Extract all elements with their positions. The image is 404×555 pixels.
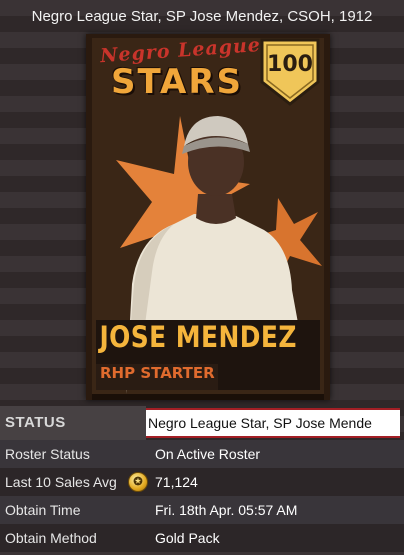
rating-badge: 100 bbox=[258, 38, 322, 106]
obtain-method-row: Obtain Method Gold Pack bbox=[0, 524, 404, 552]
player-card[interactable]: Negro League STARS 100 JOSE MENDEZ RHP S… bbox=[86, 34, 330, 400]
roster-status-label: Roster Status bbox=[5, 446, 90, 462]
roster-status-row: Roster Status On Active Roster bbox=[0, 440, 404, 468]
status-row: STATUS Negro League Star, SP Jose Mende bbox=[0, 406, 404, 440]
sales-avg-label: Last 10 Sales Avg bbox=[5, 474, 117, 490]
obtain-method-value: Gold Pack bbox=[155, 530, 220, 546]
card-brand-title: STARS bbox=[110, 62, 244, 102]
status-value-box[interactable]: Negro League Star, SP Jose Mende bbox=[146, 408, 400, 438]
item-title: Negro League Star, SP Jose Mendez, CSOH,… bbox=[31, 8, 373, 25]
status-label: STATUS bbox=[5, 414, 66, 431]
obtain-time-row: Obtain Time Fri. 18th Apr. 05:57 AM bbox=[0, 496, 404, 524]
obtain-method-label: Obtain Method bbox=[5, 530, 97, 546]
obtain-time-value: Fri. 18th Apr. 05:57 AM bbox=[155, 502, 298, 518]
status-value: Negro League Star, SP Jose Mende bbox=[148, 415, 372, 431]
stubs-coin-icon: ✪ bbox=[128, 472, 148, 492]
card-nameplate: JOSE MENDEZ RHP STARTER bbox=[96, 320, 320, 392]
sales-avg-value: 71,124 bbox=[155, 474, 198, 490]
card-player-name: JOSE MENDEZ bbox=[99, 320, 297, 354]
obtain-time-label: Obtain Time bbox=[5, 502, 81, 518]
item-info-table: STATUS Negro League Star, SP Jose Mende … bbox=[0, 406, 404, 555]
card-position: RHP STARTER bbox=[100, 364, 215, 382]
roster-status-value: On Active Roster bbox=[155, 446, 261, 462]
overall-rating: 100 bbox=[267, 52, 313, 77]
sales-avg-row: Last 10 Sales Avg ✪ 71,124 bbox=[0, 468, 404, 496]
